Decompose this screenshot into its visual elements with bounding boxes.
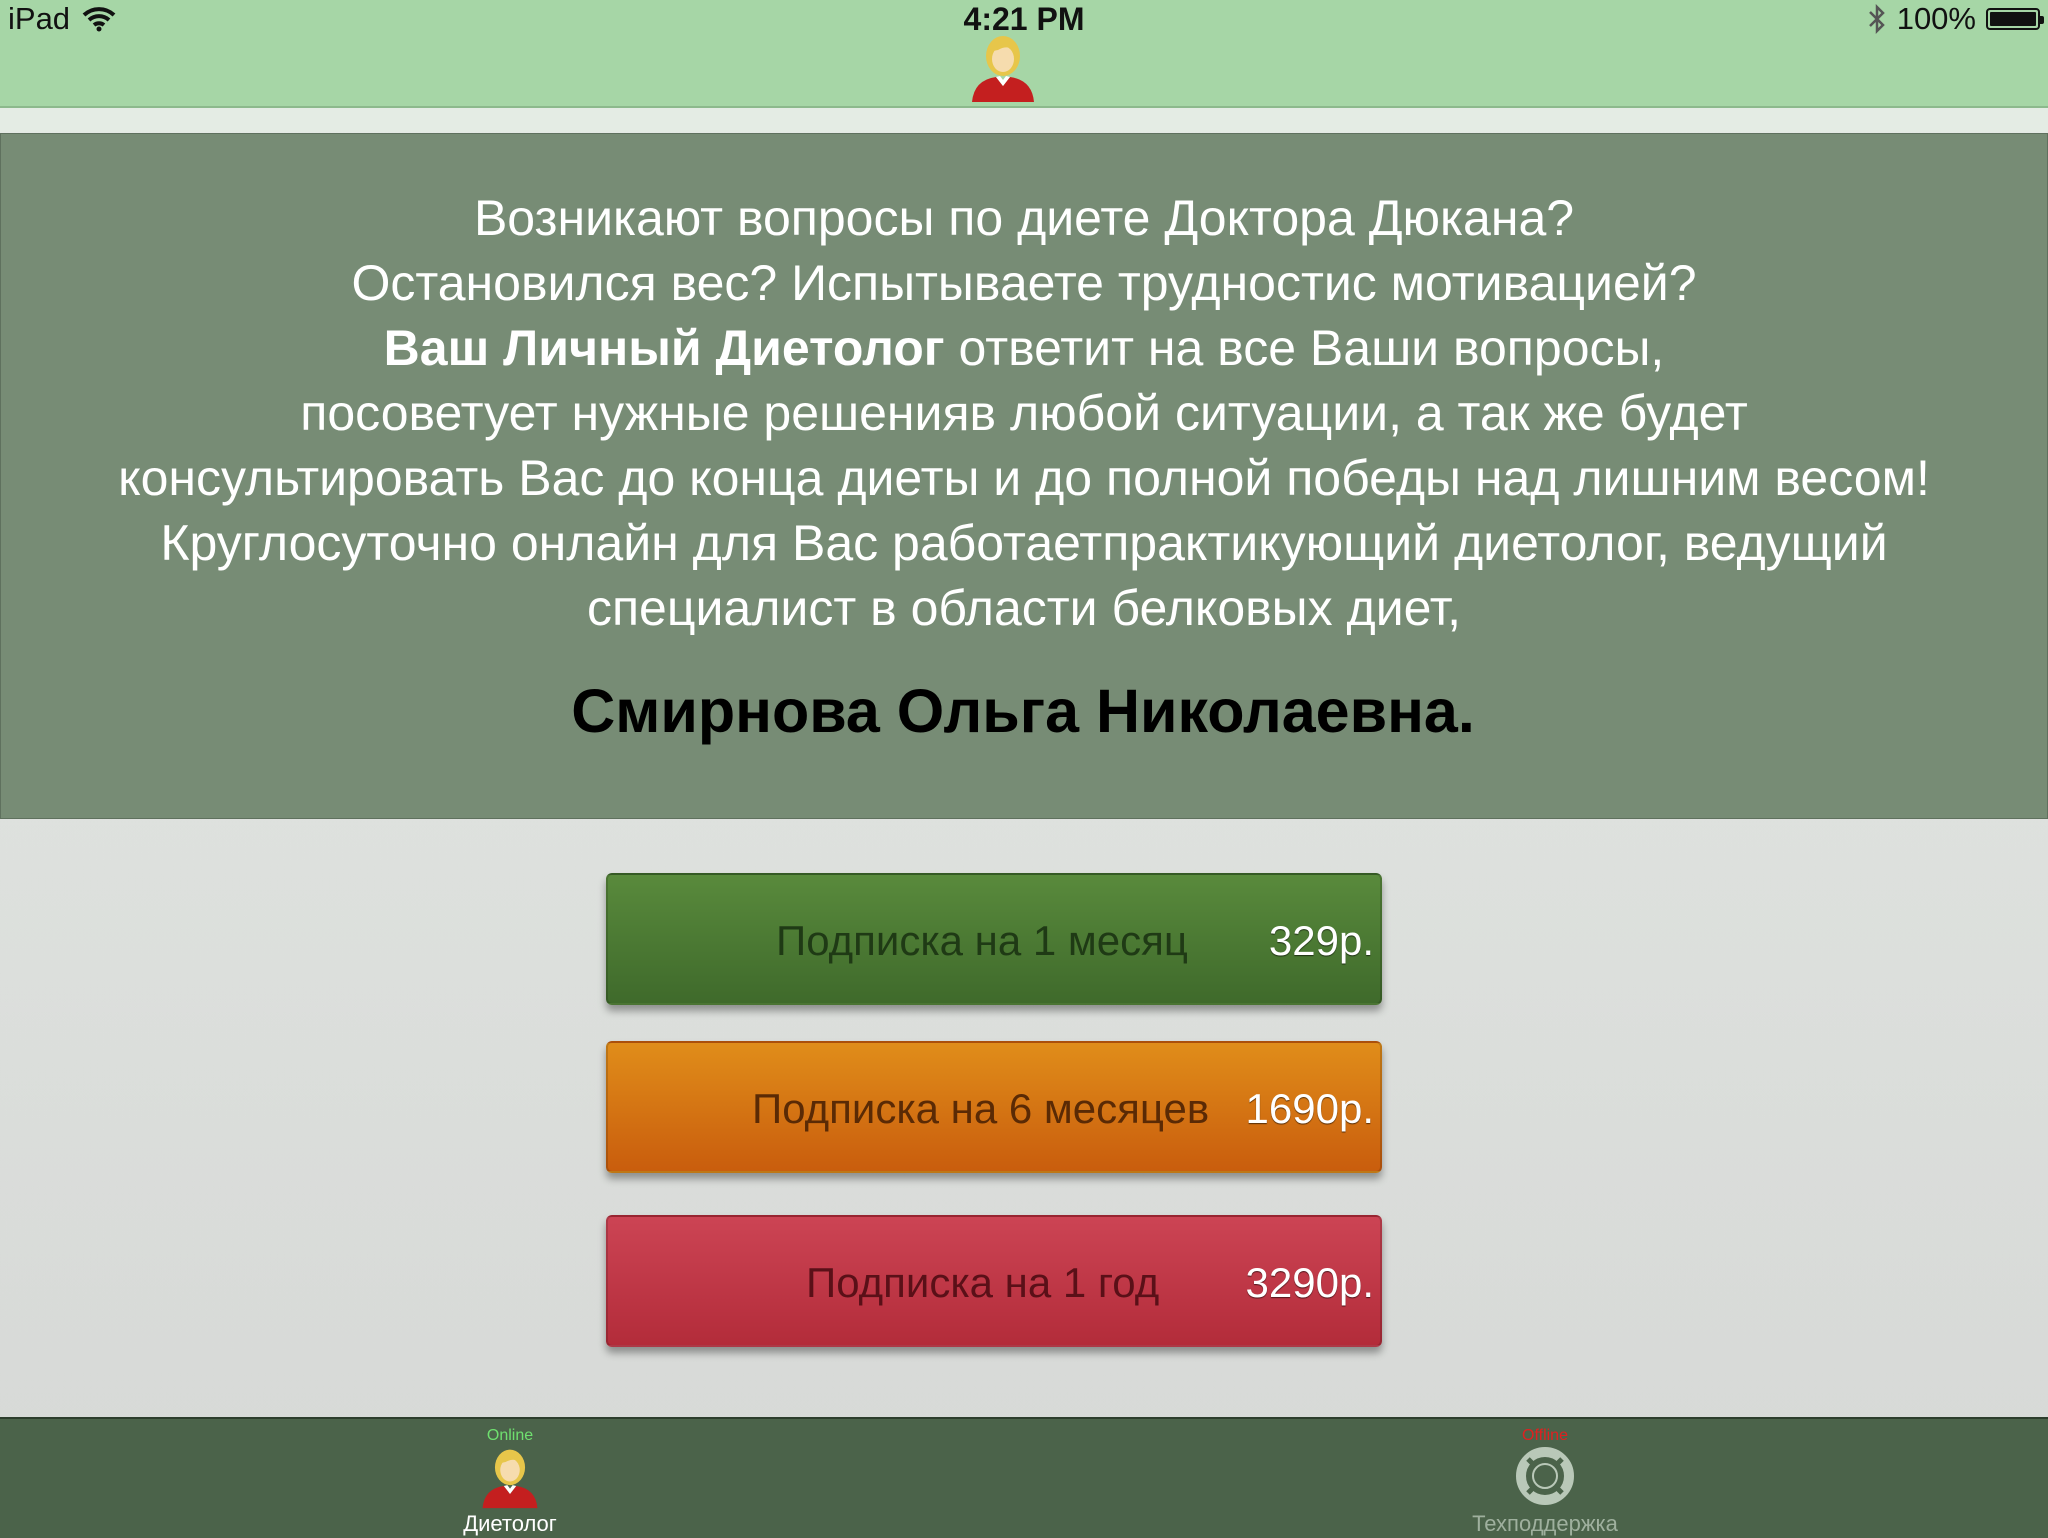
info-highlight: Ваш Личный Диетолог — [383, 320, 945, 376]
tab-bar: Online Диетолог Offline Техподдержка — [0, 1417, 2048, 1538]
subscription-price: 329р. — [1268, 917, 1374, 964]
online-status: Online — [486, 1427, 534, 1444]
info-line: Круглосуточно онлайн для Вас работаетпра… — [160, 515, 1888, 571]
tab-label: Диетолог — [463, 1511, 557, 1536]
tab-support[interactable]: Offline Техподдержка — [1440, 1419, 1650, 1538]
subscription-price: 1690р. — [1245, 1085, 1374, 1132]
status-time: 4:21 PM — [963, 1, 1085, 37]
subscription-label: Подписка на 1 месяц — [776, 917, 1188, 964]
info-text: Возникают вопросы по диете Доктора Дюкан… — [1, 186, 2047, 641]
info-line: консультировать Вас до конца диеты и до … — [118, 450, 1930, 506]
tab-dietitian[interactable]: Online Диетолог — [410, 1419, 610, 1538]
subscription-label: Подписка на 1 год — [806, 1259, 1160, 1306]
subscribe-1-year-button[interactable]: Подписка на 1 год 3290р. — [606, 1215, 1382, 1347]
tab-label: Техподдержка — [1472, 1511, 1618, 1536]
dietitian-name: Смирнова Ольга Николаевна. — [571, 677, 1475, 745]
battery-icon — [1986, 8, 2044, 30]
bluetooth-icon — [1868, 3, 1885, 35]
dietitian-avatar-icon — [482, 1449, 538, 1509]
top-bar: iPad 4:21 PM 100% — [0, 0, 2048, 108]
status-bar-right: 100% — [1867, 0, 2044, 38]
info-line: специалист в области белковых диет, — [586, 580, 1462, 636]
subscription-price: 3290р. — [1245, 1259, 1374, 1306]
info-line: Возникают вопросы по диете Доктора Дюкан… — [473, 190, 1575, 246]
info-line: посоветует нужные решенияв любой ситуаци… — [300, 385, 1748, 441]
info-line: Ваш Личный Диетолог ответит на все Ваши … — [383, 320, 1665, 376]
header-divider — [0, 108, 2048, 132]
dietitian-avatar-icon — [972, 36, 1034, 102]
info-line: Остановился вес? Испытываете трудностис … — [351, 255, 1697, 311]
subscription-label: Подписка на 6 месяцев — [752, 1085, 1210, 1132]
lifebuoy-icon — [1516, 1447, 1574, 1505]
subscribe-1-month-button[interactable]: Подписка на 1 месяц 329р. — [606, 873, 1382, 1005]
subscribe-6-months-button[interactable]: Подписка на 6 месяцев 1690р. — [606, 1041, 1382, 1173]
offline-status: Offline — [1522, 1427, 1568, 1444]
battery-percent: 100% — [1896, 1, 1976, 36]
